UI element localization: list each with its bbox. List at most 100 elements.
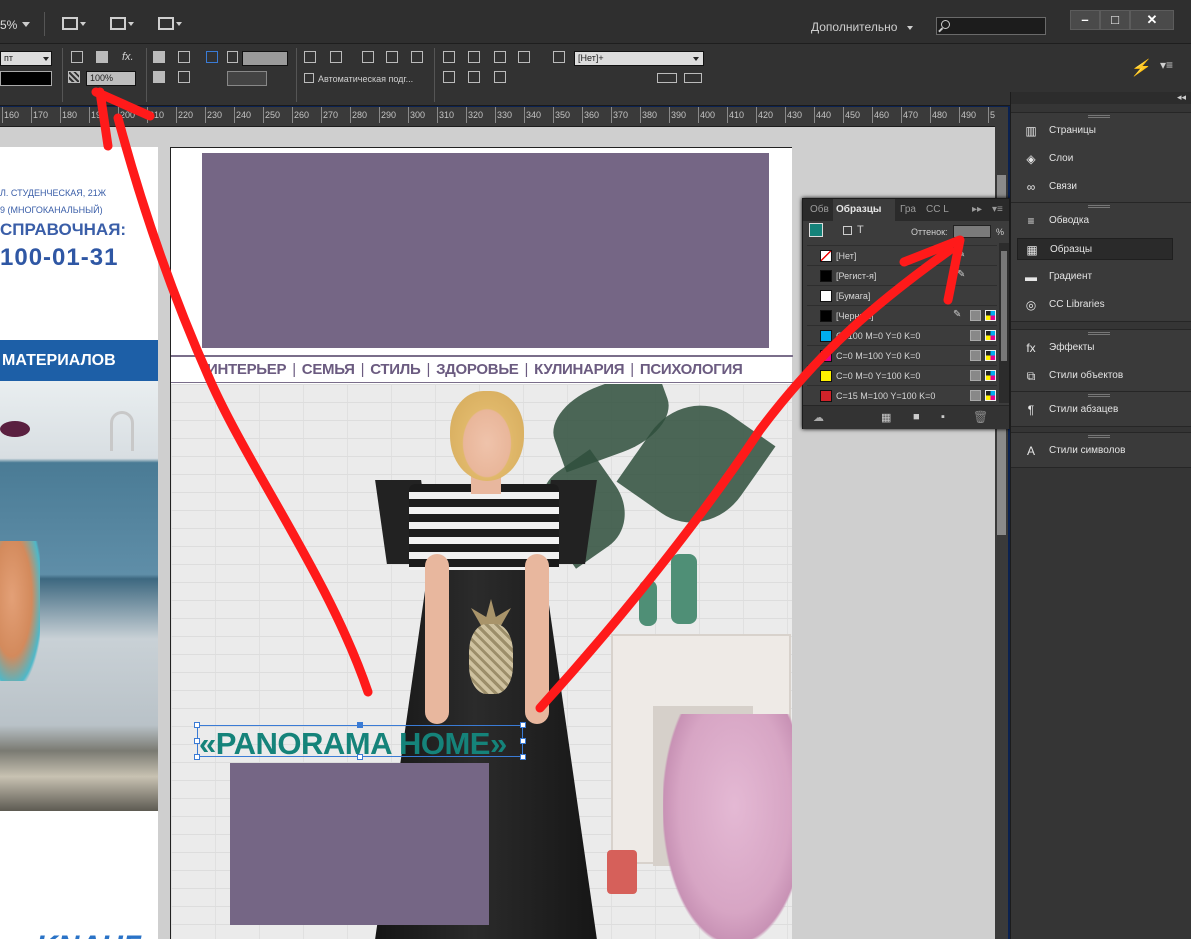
frame-handle[interactable] [357, 722, 363, 728]
align-options-icon[interactable] [518, 51, 530, 63]
stepper-icon[interactable] [227, 51, 238, 63]
view-options-button[interactable] [60, 15, 86, 33]
corner-shape-field[interactable] [227, 71, 267, 86]
drop-shadow-icon[interactable] [71, 51, 83, 63]
align-bottom-icon[interactable] [494, 51, 506, 63]
quick-apply-icon[interactable] [684, 73, 702, 83]
frame-handle[interactable] [520, 738, 526, 744]
arrange-documents-button[interactable] [156, 15, 182, 33]
delete-swatch-icon[interactable]: 🗑 [973, 410, 988, 424]
kitchen-photo[interactable] [0, 381, 158, 811]
object-style-field[interactable]: [Нет]+ [574, 51, 704, 66]
dock-item-object-styles[interactable]: ⧉ Стили объектов [1017, 365, 1177, 387]
dock-item-pages[interactable]: ▥ Страницы [1017, 120, 1177, 142]
main-page[interactable]: ИНТЕРЬЕР | СЕМЬЯ | СТИЛЬ | ЗДОРОВЬЕ | КУЛИНАРИЯ |… [170, 147, 793, 939]
dimension-field[interactable] [242, 51, 288, 66]
left-page[interactable]: Л. СТУДЕНЧЕСКАЯ, 21Ж 9 (МНОГОКАНАЛЬНЫЙ) … [0, 147, 158, 939]
align-text-icon[interactable] [153, 51, 165, 63]
cc-cloud-icon[interactable]: ☁ [813, 411, 824, 424]
distribute-bottom-icon[interactable] [494, 71, 506, 83]
panel-menu-icon[interactable]: ▾≡ [1160, 58, 1173, 72]
dock-item-swatches[interactable]: ▦ Образцы [1017, 238, 1173, 260]
swatch-row[interactable]: C=0 M=0 Y=100 K=0 [807, 365, 997, 385]
fill-stroke-icon[interactable] [809, 223, 823, 237]
dock-item-cc-libraries[interactable]: ◎ CC Libraries [1017, 294, 1177, 316]
fill-frame-icon[interactable] [96, 51, 108, 63]
swatch-row[interactable]: [Регист-я] ✎ [807, 265, 997, 285]
workspace-switcher[interactable]: Дополнительно [811, 20, 897, 34]
header-placeholder-frame[interactable] [202, 153, 769, 348]
screen-mode-button[interactable] [108, 15, 134, 33]
tab-cc-libraries[interactable]: CC L [923, 199, 949, 221]
frame-handle[interactable] [357, 754, 363, 760]
fx-icon[interactable]: fx. [122, 51, 134, 63]
auto-fit-checkbox[interactable] [304, 73, 314, 83]
swatch-row[interactable]: [Черный] ✎ [807, 305, 997, 325]
center-content-icon[interactable] [178, 71, 190, 83]
align-left-icon[interactable] [304, 51, 316, 63]
swatch-row[interactable]: C=0 M=100 Y=0 K=0 [807, 345, 997, 365]
expand-panel-icon[interactable]: ▸▸ [969, 199, 985, 221]
swatch-row[interactable]: [Бумага] [807, 285, 997, 305]
align-top-icon[interactable] [443, 51, 455, 63]
swatch-row[interactable]: C=15 M=100 Y=100 K=0 [807, 385, 997, 405]
tab-swatches[interactable]: Образцы [833, 199, 895, 221]
show-swatches-icon[interactable]: ▦ [881, 411, 891, 424]
frame-fitting-icon[interactable] [153, 71, 165, 83]
tint-field[interactable] [953, 225, 991, 238]
stroke-type-field[interactable] [0, 71, 52, 86]
align-center-icon[interactable] [330, 51, 342, 63]
tab-stroke[interactable]: Обв [807, 199, 833, 221]
swatch-row[interactable]: C=100 M=0 Y=0 K=0 [807, 325, 997, 345]
minimize-button[interactable]: – [1070, 10, 1100, 30]
collapse-icon[interactable]: ◂◂ [1177, 92, 1186, 103]
maximize-button[interactable]: □ [1100, 10, 1130, 30]
zoom-dropdown-icon[interactable] [22, 22, 30, 27]
distribute-v-icon[interactable] [411, 51, 423, 63]
new-group-icon[interactable]: ■ [913, 411, 920, 423]
tab-gradient[interactable]: Гра [897, 199, 921, 221]
text-format-icon[interactable]: T [857, 224, 864, 236]
clear-overrides-icon[interactable] [657, 73, 677, 83]
frame-handle[interactable] [194, 738, 200, 744]
container-format-icon[interactable] [843, 226, 852, 235]
panel-menu-icon[interactable]: ▾≡ [989, 199, 1006, 221]
lightning-icon[interactable]: ⚡ [1130, 58, 1150, 78]
group-grip-icon[interactable] [1088, 435, 1110, 438]
opacity-field[interactable]: 100% [86, 71, 136, 86]
swatches-panel[interactable]: Обв Образцы Гра CC L ▸▸ ▾≡ T Оттенок: % … [802, 198, 1010, 429]
dock-item-layers[interactable]: ◈ Слои [1017, 148, 1177, 170]
distribute-icon[interactable] [362, 51, 374, 63]
group-grip-icon[interactable] [1088, 205, 1110, 208]
swatch-row[interactable]: [Нет] ✎ [807, 245, 997, 265]
frame-handle[interactable] [520, 722, 526, 728]
distribute-center-icon[interactable] [468, 71, 480, 83]
frame-handle[interactable] [520, 754, 526, 760]
workspace-dropdown-icon[interactable] [907, 26, 913, 30]
group-grip-icon[interactable] [1088, 115, 1110, 118]
dock-collapse-bar[interactable]: ◂◂ [1011, 92, 1191, 104]
group-grip-icon[interactable] [1088, 394, 1110, 397]
content-placeholder-frame[interactable] [230, 763, 489, 925]
horizontal-ruler[interactable]: 160 170 180 190 200 210 220 230 240 250 260 270 280 2… [0, 107, 1008, 127]
frame-icon[interactable] [206, 51, 218, 63]
dock-item-stroke[interactable]: ≡ Обводка [1017, 210, 1177, 232]
text-wrap-icon[interactable] [178, 51, 190, 63]
dock-item-character-styles[interactable]: A Стили символов [1017, 440, 1177, 462]
dock-item-gradient[interactable]: ▬ Градиент [1017, 266, 1177, 288]
group-grip-icon[interactable] [1088, 332, 1110, 335]
dock-item-links[interactable]: ∞ Связи [1017, 176, 1177, 198]
frame-handle[interactable] [194, 754, 200, 760]
dock-item-paragraph-styles[interactable]: ¶ Стили абзацев [1017, 399, 1177, 421]
brand-title[interactable]: «PANORAMA HOME» [199, 726, 507, 762]
close-button[interactable]: ✕ [1130, 10, 1174, 30]
search-input[interactable] [936, 17, 1046, 35]
zoom-level[interactable]: 5% [0, 18, 17, 32]
dock-item-effects[interactable]: fx Эффекты [1017, 337, 1177, 359]
swatch-list-scrollbar[interactable] [999, 243, 1009, 403]
frame-handle[interactable] [194, 722, 200, 728]
align-middle-icon[interactable] [468, 51, 480, 63]
distribute-top-icon[interactable] [443, 71, 455, 83]
distribute-h-icon[interactable] [386, 51, 398, 63]
new-swatch-icon[interactable]: ▪ [941, 411, 945, 423]
